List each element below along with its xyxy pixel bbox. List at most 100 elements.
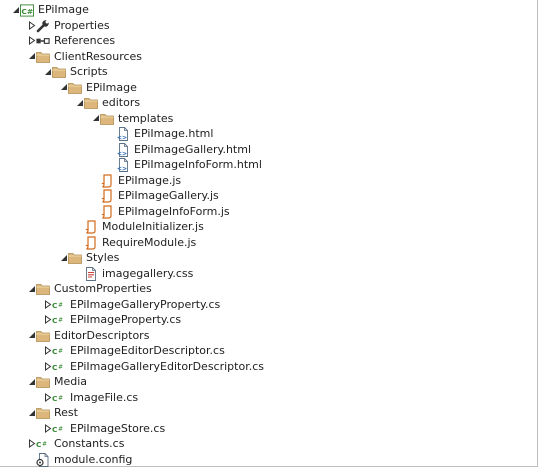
folder-icon — [100, 112, 114, 126]
cs-file-icon: C # — [52, 391, 66, 405]
tree-row[interactable]: Media — [0, 374, 537, 390]
tree-row[interactable]: C # EPiImageStore.cs — [0, 421, 537, 437]
collapsed-arrow-icon — [45, 392, 52, 402]
svg-text:#: # — [58, 364, 63, 370]
expanded-arrow-icon — [61, 84, 67, 91]
tree-item-label: EPiImage — [38, 3, 89, 16]
collapsed-arrow-icon — [45, 361, 52, 371]
folder-icon — [36, 282, 50, 296]
collapsed-arrow-icon — [45, 299, 52, 309]
tree-row[interactable]: editors — [0, 95, 537, 111]
config-file-icon — [36, 452, 50, 467]
collapsed-arrow-icon — [45, 423, 52, 433]
tree-row[interactable]: CustomProperties — [0, 281, 537, 297]
expanded-arrow-icon — [77, 99, 83, 106]
tree-row[interactable]: References — [0, 33, 537, 49]
svg-text:C: C — [52, 347, 57, 356]
tree-row[interactable]: EditorDescriptors — [0, 328, 537, 344]
folder-icon — [52, 65, 66, 79]
expanded-arrow-icon — [29, 285, 35, 292]
tree-row[interactable]: <> EPiImageInfoForm.html — [0, 157, 537, 173]
collapsed-arrow-icon — [29, 20, 36, 30]
collapsed-arrow-icon — [29, 36, 36, 46]
tree-item-label: EPiImageGallery.js — [118, 189, 219, 202]
tree-item-label: EPiImageGallery.html — [134, 142, 252, 156]
tree-row[interactable]: Styles — [0, 250, 537, 266]
wrench-icon — [36, 19, 50, 33]
tree-row[interactable]: C # EPiImageGalleryProperty.cs — [0, 297, 537, 313]
svg-text:#: # — [58, 317, 63, 323]
cs-file-icon: C # — [36, 437, 50, 451]
collapsed-arrow-icon — [45, 346, 52, 356]
tree-row[interactable]: <> EPiImage.html — [0, 126, 537, 142]
folder-icon — [84, 96, 98, 110]
tree-row[interactable]: Scripts — [0, 64, 537, 80]
tree-row[interactable]: C # EPiImageGalleryEditorDescriptor.cs — [0, 359, 537, 375]
tree-row[interactable]: C # EPiImageEditorDescriptor.cs — [0, 343, 537, 359]
tree-item-label: editors — [102, 96, 141, 109]
collapsed-arrow-icon — [29, 439, 36, 449]
expanded-arrow-icon — [61, 254, 67, 261]
cs-file-icon: C # — [52, 360, 66, 374]
tree-item-label: EPiImageGalleryEditorDescriptor.cs — [70, 359, 264, 373]
tree-item-label: EPiImageGalleryProperty.cs — [70, 297, 221, 311]
references-icon — [36, 34, 50, 48]
expanded-arrow-icon — [29, 378, 35, 385]
js-file-icon — [100, 189, 114, 203]
tree-row[interactable]: module.config — [0, 452, 537, 468]
svg-text:C#: C# — [21, 6, 33, 15]
svg-text:#: # — [58, 302, 63, 308]
tree-item-label: EPiImageInfoForm.js — [118, 204, 230, 218]
tree-row[interactable]: RequireModule.js — [0, 235, 537, 251]
js-file-icon — [100, 173, 114, 188]
tree-row[interactable]: EPiImage — [0, 80, 537, 96]
svg-text:<>: <> — [117, 150, 127, 157]
tree-row[interactable]: C# EPiImage — [0, 2, 537, 18]
cs-file-icon: C # — [52, 298, 66, 312]
expanded-arrow-icon — [29, 332, 35, 339]
tree-row[interactable]: C # ImageFile.cs — [0, 390, 537, 406]
svg-text:#: # — [58, 348, 63, 354]
tree-row[interactable]: ClientResources — [0, 49, 537, 65]
tree-row[interactable]: EPiImageGallery.js — [0, 188, 537, 204]
svg-text:<>: <> — [117, 135, 127, 142]
html-file-icon: <> — [116, 142, 130, 157]
js-file-icon — [84, 220, 98, 234]
tree-row[interactable]: Rest — [0, 405, 537, 421]
tree-row[interactable]: <> EPiImageGallery.html — [0, 142, 537, 158]
folder-icon — [36, 375, 50, 389]
folder-icon — [36, 50, 50, 64]
svg-text:<>: <> — [117, 166, 127, 173]
tree-item-label: module.config — [54, 452, 133, 466]
tree-row[interactable]: C # EPiImageProperty.cs — [0, 312, 537, 328]
svg-text:C: C — [52, 425, 57, 434]
tree-item-label: EPiImageProperty.cs — [70, 313, 182, 326]
js-file-icon — [84, 235, 98, 250]
svg-text:#: # — [58, 426, 63, 432]
svg-text:C: C — [52, 394, 57, 403]
tree-row[interactable]: EPiImageInfoForm.js — [0, 204, 537, 220]
tree-item-label: ClientResources — [54, 49, 143, 63]
tree-item-label: EditorDescriptors — [54, 328, 150, 342]
svg-text:C: C — [52, 316, 57, 325]
tree-item-label: RequireModule.js — [102, 235, 197, 249]
tree-row[interactable]: C # Constants.cs — [0, 436, 537, 452]
tree-row[interactable]: imagegallery.css — [0, 266, 537, 282]
tree-row[interactable]: templates — [0, 111, 537, 127]
tree-row[interactable]: Properties — [0, 18, 537, 34]
tree-item-label: ImageFile.cs — [70, 390, 139, 404]
tree-item-label: Constants.cs — [54, 437, 125, 450]
svg-text:C: C — [52, 301, 57, 310]
collapsed-arrow-icon — [45, 315, 52, 325]
expanded-arrow-icon — [13, 6, 19, 13]
css-file-icon — [84, 266, 98, 281]
html-file-icon: <> — [116, 127, 130, 141]
csproj-icon: C# — [20, 3, 34, 17]
tree-item-label: EPiImageEditorDescriptor.cs — [70, 344, 225, 357]
tree-row[interactable]: EPiImage.js — [0, 173, 537, 189]
cs-file-icon: C # — [52, 344, 66, 358]
tree-item-label: Styles — [86, 251, 120, 264]
tree-item-label: templates — [118, 111, 174, 125]
tree-item-label: Rest — [54, 406, 78, 419]
tree-row[interactable]: ModuleInitializer.js — [0, 219, 537, 235]
